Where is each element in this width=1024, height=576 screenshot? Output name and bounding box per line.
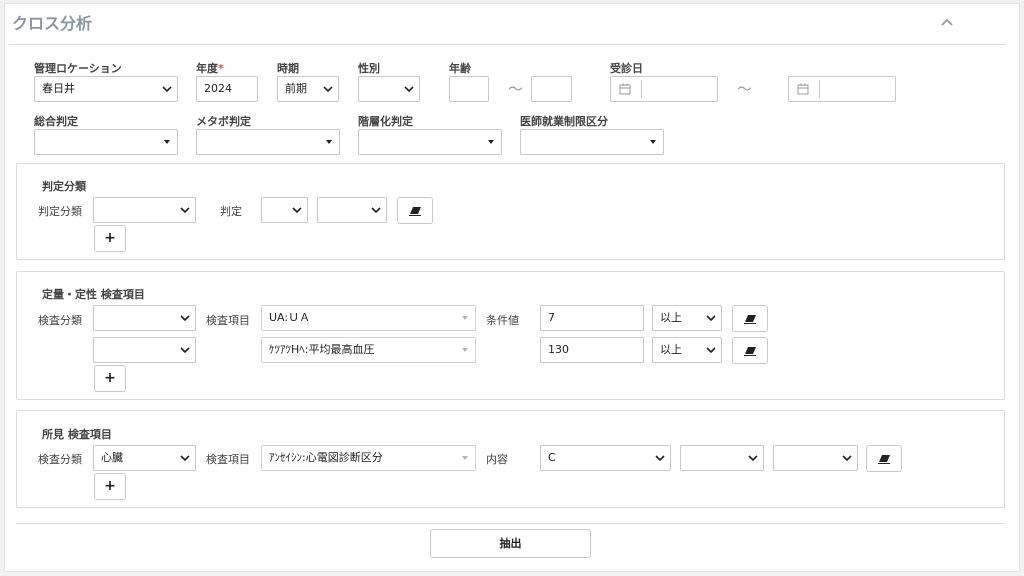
caret-down-icon xyxy=(180,455,190,462)
caret-down-icon xyxy=(462,316,468,320)
caret-down-icon xyxy=(371,207,381,214)
clear-quant-row-1-button[interactable] xyxy=(732,305,768,332)
quant-section xyxy=(16,271,1005,400)
overall-label: 総合判定 xyxy=(34,115,78,128)
caret-down-icon xyxy=(748,455,758,462)
date-range-separator: 〜 xyxy=(737,80,753,98)
add-judgment-button[interactable]: + xyxy=(94,225,126,252)
doctor-limit-label: 医師就業制限区分 xyxy=(520,115,608,128)
findings-item-label: 検査項目 xyxy=(206,453,250,466)
findings-category-label: 検査分類 xyxy=(38,453,82,466)
caret-down-icon xyxy=(404,86,414,93)
stratified-select[interactable] xyxy=(358,129,502,155)
year-label: 年度* xyxy=(196,62,224,75)
condition-value-input-2[interactable]: 130 xyxy=(540,337,644,363)
caret-down-icon xyxy=(706,347,716,354)
stratified-label: 階層化判定 xyxy=(358,115,413,128)
chevron-up-icon[interactable] xyxy=(940,16,954,30)
eraser-icon xyxy=(744,347,756,356)
judgment-select-1[interactable] xyxy=(261,197,308,223)
quant-category-select-1[interactable] xyxy=(93,305,196,331)
caret-down-icon xyxy=(462,348,468,352)
calendar-icon[interactable] xyxy=(619,83,631,95)
condition-label: 条件値 xyxy=(486,314,519,327)
location-label: 管理ロケーション xyxy=(34,62,122,75)
visit-date-from-input[interactable] xyxy=(610,76,718,102)
findings-item-select[interactable]: ｱﾝｾｲｼﾝ:心電図診断区分 xyxy=(261,445,476,471)
gender-select[interactable] xyxy=(358,76,420,102)
judgment-section-title: 判定分類 xyxy=(42,180,86,193)
overall-select[interactable] xyxy=(34,129,178,155)
add-quant-row-button[interactable]: + xyxy=(94,365,126,392)
caret-down-icon xyxy=(706,315,716,322)
findings-content-select-1[interactable]: C xyxy=(540,445,671,471)
date-separator xyxy=(819,80,820,98)
visit-date-label: 受診日 xyxy=(610,62,643,75)
add-findings-row-button[interactable]: + xyxy=(94,473,126,500)
eraser-icon xyxy=(744,315,756,324)
period-label: 時期 xyxy=(277,62,299,75)
metabo-select[interactable] xyxy=(196,129,340,155)
caret-down-icon xyxy=(180,207,190,214)
quant-category-label: 検査分類 xyxy=(38,314,82,327)
findings-section-title: 所見 検査項目 xyxy=(42,428,112,441)
calendar-icon[interactable] xyxy=(797,83,809,95)
caret-down-icon xyxy=(292,207,302,214)
caret-down-icon xyxy=(488,140,494,144)
age-from-input[interactable] xyxy=(449,76,489,102)
age-label: 年齢 xyxy=(449,62,471,75)
condition-operator-select-2[interactable]: 以上 xyxy=(652,337,722,363)
findings-category-select[interactable]: 心臓 xyxy=(93,445,196,471)
caret-down-icon xyxy=(180,347,190,354)
date-separator xyxy=(641,80,642,98)
caret-down-icon xyxy=(162,86,172,93)
judgment-select-2[interactable] xyxy=(317,197,387,223)
caret-down-icon xyxy=(842,455,852,462)
gender-label: 性別 xyxy=(358,62,380,75)
caret-down-icon xyxy=(323,86,333,93)
age-range-separator: 〜 xyxy=(508,80,524,98)
condition-operator-select-1[interactable]: 以上 xyxy=(652,305,722,331)
caret-down-icon xyxy=(650,140,656,144)
footer-divider xyxy=(16,523,1005,524)
clear-judgment-button[interactable] xyxy=(397,197,433,224)
quant-section-title: 定量・定性 検査項目 xyxy=(42,288,145,301)
period-select[interactable]: 前期 xyxy=(277,76,339,102)
clear-quant-row-2-button[interactable] xyxy=(732,337,768,364)
quant-item-select-2[interactable]: ｹﾂｱﾂHﾍ:平均最高血圧 xyxy=(261,337,476,363)
metabo-label: メタボ判定 xyxy=(196,115,251,128)
judgment-category-label: 判定分類 xyxy=(38,205,82,218)
quant-category-select-2[interactable] xyxy=(93,337,196,363)
quant-item-label: 検査項目 xyxy=(206,314,250,327)
caret-down-icon xyxy=(164,140,170,144)
doctor-limit-select[interactable] xyxy=(520,129,664,155)
caret-down-icon xyxy=(462,456,468,460)
visit-date-to-input[interactable] xyxy=(788,76,896,102)
extract-button[interactable]: 抽出 xyxy=(430,529,591,558)
judgment-category-select[interactable] xyxy=(93,197,196,223)
clear-findings-button[interactable] xyxy=(866,445,902,472)
findings-content-select-3[interactable] xyxy=(773,445,858,471)
age-to-input[interactable] xyxy=(531,76,572,102)
condition-value-input-1[interactable]: 7 xyxy=(540,305,644,331)
location-select[interactable]: 春日井 xyxy=(34,76,178,102)
caret-down-icon xyxy=(326,140,332,144)
page-title: クロス分析 xyxy=(12,14,93,33)
header-divider xyxy=(9,44,1006,45)
findings-content-select-2[interactable] xyxy=(680,445,764,471)
eraser-icon xyxy=(409,207,421,216)
caret-down-icon xyxy=(180,315,190,322)
findings-content-label: 内容 xyxy=(486,453,508,466)
judgment-label: 判定 xyxy=(220,205,242,218)
quant-item-select-1[interactable]: UA:ＵＡ xyxy=(261,305,476,331)
caret-down-icon xyxy=(655,455,665,462)
year-input[interactable]: 2024 xyxy=(196,76,258,102)
eraser-icon xyxy=(878,455,890,464)
